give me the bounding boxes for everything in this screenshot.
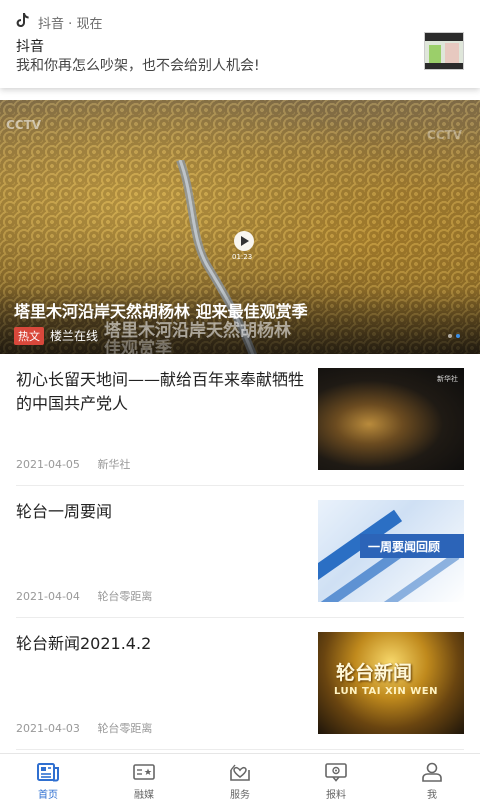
nav-item-report[interactable]: 报料	[288, 754, 384, 800]
thumb-caption: 一周要闻回顾	[360, 534, 464, 558]
news-meta: 2021-04-04 轮台零距离	[16, 588, 166, 604]
service-icon	[229, 762, 251, 782]
notification-header: 抖音 · 现在	[16, 12, 102, 32]
notification-thumbnail	[424, 32, 464, 70]
hero-source: 楼兰在线	[50, 329, 99, 343]
news-date: 2021-04-04	[16, 590, 80, 603]
hero-title[interactable]: 塔里木河沿岸天然胡杨林 迎来最佳观赏季	[14, 298, 308, 322]
notification-app: 抖音 · 现在	[38, 16, 103, 32]
news-icon	[37, 762, 59, 782]
hero-carousel[interactable]: CCTV CCTV 01:23 塔里木河沿岸天然胡杨林 佳观赏季 塔里木河沿岸天…	[0, 100, 480, 354]
news-source: 轮台零距离	[97, 590, 153, 603]
hero-caption-ghost-2: 佳观赏季	[104, 339, 172, 354]
carousel-dot-active[interactable]	[456, 334, 460, 338]
play-icon[interactable]	[234, 231, 254, 251]
carousel-dots[interactable]	[448, 334, 460, 338]
nav-item-me[interactable]: 我	[384, 754, 480, 800]
notification-banner[interactable]: 抖音 · 现在 抖音 我和你再怎么吵架，也不会给别人机会!	[0, 0, 480, 88]
carousel-dot[interactable]	[448, 334, 452, 338]
news-meta: 2021-04-05 新华社	[16, 456, 144, 472]
channel-watermark-right: CCTV	[426, 128, 462, 142]
news-title[interactable]: 轮台新闻2021.4.2	[16, 632, 306, 656]
nav-label: 服务	[230, 790, 250, 800]
news-date: 2021-04-03	[16, 722, 80, 735]
news-title[interactable]: 轮台一周要闻	[16, 500, 306, 524]
news-thumbnail[interactable]: 新华社	[318, 368, 464, 470]
report-icon	[325, 762, 347, 782]
hot-badge: 热文	[14, 327, 44, 345]
thumb-subcaption: LUN TAI XIN WEN	[334, 686, 438, 697]
news-title[interactable]: 初心长留天地间——献给百年来奉献牺牲的中国共产党人	[16, 368, 306, 416]
bottom-nav: 首页 融媒 服务 报料 我	[0, 753, 480, 800]
thumb-logo: 新华社	[437, 375, 458, 383]
notification-title: 抖音	[16, 39, 44, 55]
video-duration: 01:23	[232, 253, 253, 261]
user-icon	[421, 762, 443, 782]
nav-item-service[interactable]: 服务	[192, 754, 288, 800]
news-item[interactable]: 初心长留天地间——献给百年来奉献牺牲的中国共产党人 2021-04-05 新华社…	[16, 354, 464, 486]
nav-label: 我	[427, 790, 437, 800]
news-meta: 2021-04-03 轮台零距离	[16, 720, 166, 736]
notification-text: 我和你再怎么吵架，也不会给别人机会!	[16, 58, 260, 74]
thumb-caption: 轮台新闻	[336, 662, 413, 684]
news-thumbnail[interactable]: 一周要闻回顾	[318, 500, 464, 602]
nav-label: 融媒	[134, 790, 154, 800]
news-source: 轮台零距离	[97, 722, 153, 735]
nav-item-home[interactable]: 首页	[0, 754, 96, 800]
news-source: 新华社	[97, 458, 131, 471]
news-thumbnail[interactable]: 轮台新闻 LUN TAI XIN WEN	[318, 632, 464, 734]
nav-label: 报料	[326, 790, 346, 800]
nav-item-media[interactable]: 融媒	[96, 754, 192, 800]
news-item[interactable]: 轮台新闻2021.4.2 2021-04-03 轮台零距离 轮台新闻 LUN T…	[16, 618, 464, 750]
news-date: 2021-04-05	[16, 458, 80, 471]
tiktok-icon	[16, 12, 30, 32]
news-item[interactable]: 轮台一周要闻 2021-04-04 轮台零距离 一周要闻回顾	[16, 486, 464, 618]
app-screen: 抖音 · 现在 抖音 我和你再怎么吵架，也不会给别人机会! CCTV CCTV …	[0, 0, 480, 800]
nav-label: 首页	[38, 790, 58, 800]
channel-watermark: CCTV	[6, 118, 42, 132]
media-icon	[133, 762, 155, 782]
